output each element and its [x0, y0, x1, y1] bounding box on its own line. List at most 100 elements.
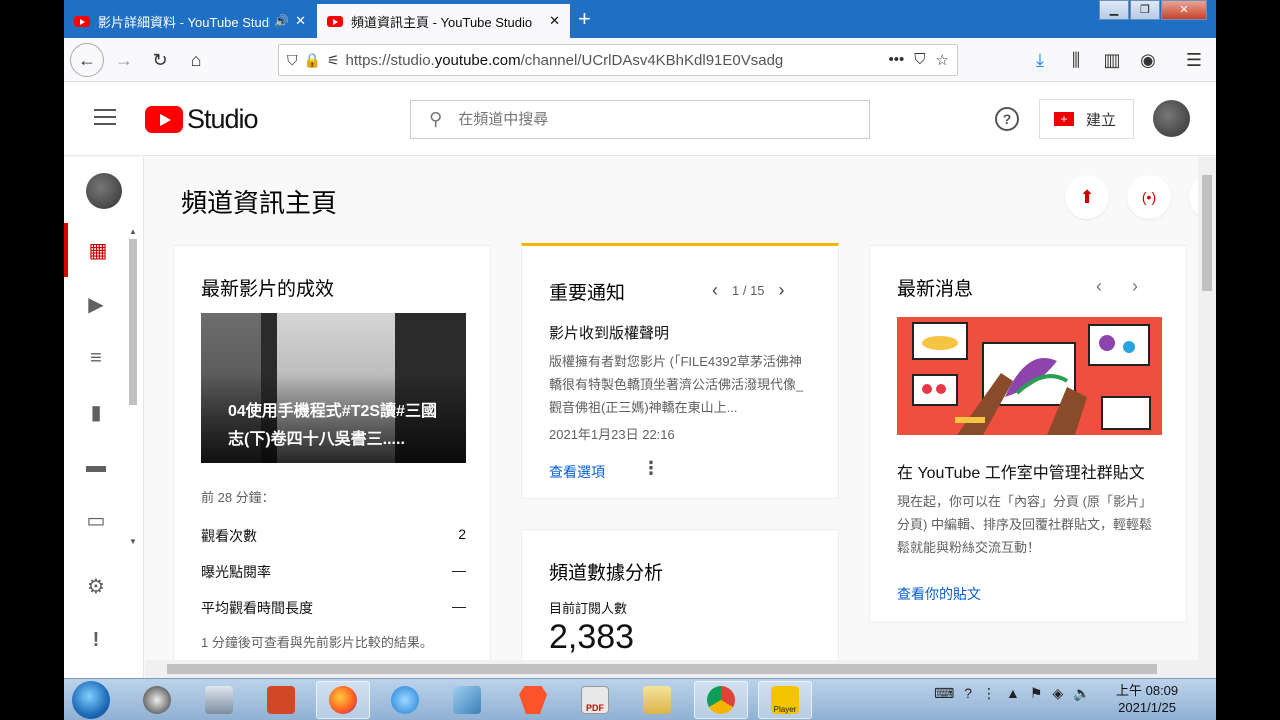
- new-tab-button[interactable]: +: [578, 6, 591, 32]
- show-hidden-icons[interactable]: ▲: [1006, 685, 1020, 702]
- playlists-icon: ≡: [90, 346, 102, 369]
- maximize-button[interactable]: ❐: [1130, 0, 1160, 20]
- taskbar-app-pdf[interactable]: PDF: [568, 681, 622, 719]
- flag-icon[interactable]: ⚑: [1030, 685, 1043, 702]
- upload-icon[interactable]: ⬆: [1065, 175, 1109, 219]
- view-posts-link[interactable]: 查看你的貼文: [897, 584, 981, 604]
- url-text[interactable]: https://studio.youtube.com/channel/UCrlD…: [346, 52, 889, 69]
- page-scrollbar[interactable]: [1198, 157, 1216, 660]
- sidebar-scrollbar[interactable]: ▲ ▼: [126, 225, 140, 547]
- bookmark-star-icon[interactable]: ☆: [936, 51, 949, 69]
- dropbox-icon[interactable]: ◈: [1052, 685, 1063, 702]
- news-pager: ‹ ›: [1096, 276, 1138, 297]
- create-post-icon[interactable]: ✎: [1189, 175, 1198, 219]
- channel-search[interactable]: ⚲: [410, 100, 870, 139]
- page-actions-icon[interactable]: •••: [889, 51, 905, 69]
- chevron-right-icon[interactable]: ›: [1132, 276, 1138, 297]
- sidebar-item-analytics[interactable]: ▮: [64, 385, 128, 439]
- chevron-left-icon[interactable]: ‹: [712, 280, 718, 301]
- chevron-right-icon[interactable]: ›: [779, 280, 785, 301]
- reload-button[interactable]: ↻: [146, 46, 174, 74]
- help-icon[interactable]: ?: [995, 107, 1019, 131]
- start-button[interactable]: [72, 681, 110, 719]
- video-thumbnail[interactable]: 04使用手機程式#T2S讀#三國志(下)卷四十八吳書三.....: [201, 313, 466, 463]
- card-heading: 重要通知: [549, 283, 626, 304]
- metric-row: 平均觀看時間長度 —: [201, 598, 466, 616]
- close-tab-icon[interactable]: ✕: [549, 13, 560, 29]
- system-clock[interactable]: 上午 08:09 2021/1/25: [1116, 682, 1178, 716]
- sidebar-scroll-thumb[interactable]: [129, 239, 137, 405]
- firefox-icon: [329, 686, 357, 714]
- taskbar-app-powerpoint[interactable]: [254, 681, 308, 719]
- chevron-left-icon[interactable]: ‹: [1096, 276, 1102, 297]
- taskbar-app-firefox[interactable]: [316, 681, 370, 719]
- hamburger-menu-icon[interactable]: [94, 109, 116, 130]
- sidebar-item-subtitles[interactable]: ▭: [64, 493, 128, 547]
- scroll-up-icon[interactable]: ▲: [129, 227, 137, 236]
- search-input[interactable]: [458, 111, 869, 128]
- more-vert-icon[interactable]: ⋮: [642, 458, 660, 479]
- account-avatar[interactable]: [1153, 100, 1190, 137]
- tab-video-details[interactable]: 影片詳細資料 - YouTube Studio 🔊 ✕: [64, 4, 316, 38]
- taskbar-app-ie[interactable]: [378, 681, 432, 719]
- speaker-icon[interactable]: 🔊: [274, 14, 289, 28]
- sidebar-item-content[interactable]: ▶: [64, 277, 128, 331]
- menu-icon[interactable]: ☰: [1180, 46, 1208, 74]
- taskbar-app-brave[interactable]: [506, 681, 560, 719]
- close-tab-icon[interactable]: ✕: [295, 13, 306, 29]
- video-title[interactable]: 04使用手機程式#T2S讀#三國志(下)卷四十八吳書三.....: [228, 398, 448, 454]
- taskbar-app-chrome[interactable]: [694, 681, 748, 719]
- account-icon[interactable]: ◉: [1134, 46, 1162, 74]
- scroll-down-icon[interactable]: ▼: [129, 537, 137, 546]
- sidebar-item-feedback[interactable]: !: [64, 613, 128, 667]
- keyboard-icon[interactable]: ⌨: [934, 685, 954, 702]
- back-button[interactable]: ←: [70, 43, 104, 77]
- subscribers-label: 目前訂閱人數: [549, 601, 628, 616]
- downloads-icon[interactable]: ⤓: [1026, 46, 1054, 74]
- close-window-button[interactable]: ✕: [1161, 0, 1207, 20]
- latest-news-card: 最新消息 ‹ › 在 YouTube 工作室中管理社群貼文 現在起，你可以在「內…: [869, 245, 1187, 623]
- app-icon: [205, 686, 233, 714]
- horizontal-scroll-thumb[interactable]: [167, 664, 1157, 674]
- news-body: 現在起，你可以在「內容」分頁 (原「影片」分頁) 中編輯、排序及回覆社群貼文，輕…: [897, 494, 1152, 555]
- page-scroll-thumb[interactable]: [1202, 175, 1212, 291]
- brave-icon: [519, 686, 547, 714]
- sidebar-toggle-icon[interactable]: ▥: [1098, 46, 1126, 74]
- shield-icon[interactable]: ⛉: [287, 52, 298, 69]
- create-button[interactable]: + 建立: [1039, 99, 1134, 139]
- sidebar-item-settings[interactable]: ⚙: [64, 559, 128, 613]
- taskbar-app-inkscape[interactable]: [130, 681, 184, 719]
- go-live-icon[interactable]: (•): [1127, 175, 1171, 219]
- taskbar-app-windows[interactable]: [440, 681, 494, 719]
- studio-logo[interactable]: Studio: [145, 104, 259, 135]
- taskbar-app-player[interactable]: Player: [758, 681, 812, 719]
- library-icon[interactable]: ⫼: [1062, 46, 1090, 74]
- sidebar-item-dashboard[interactable]: ▦: [64, 223, 128, 277]
- minimize-button[interactable]: ▁: [1099, 0, 1129, 20]
- lock-icon[interactable]: 🔒: [304, 52, 321, 69]
- help-tray-icon[interactable]: ?: [964, 685, 972, 702]
- subtitles-icon: ▭: [86, 509, 106, 532]
- view-options-link[interactable]: 查看選項: [549, 462, 605, 482]
- card-heading: 最新影片的成效: [201, 279, 335, 300]
- horizontal-scrollbar[interactable]: [145, 660, 1216, 678]
- volume-icon[interactable]: 🔈: [1073, 685, 1090, 702]
- window-controls: ▁ ❐ ✕: [1098, 0, 1207, 22]
- home-button[interactable]: ⌂: [182, 46, 210, 74]
- forward-button[interactable]: →: [110, 46, 138, 74]
- taskbar-app-explorer[interactable]: [630, 681, 684, 719]
- permissions-icon[interactable]: ⚟: [327, 52, 340, 69]
- important-notices-card: 重要通知 ‹ 1 / 15 › 影片收到版權聲明 版權擁有者對您影片 (「FIL…: [521, 243, 839, 499]
- youtube-favicon-icon: [327, 15, 343, 27]
- taskbar-app-tool[interactable]: [192, 681, 246, 719]
- tab-title: 頻道資訊主頁 - YouTube Studio: [351, 14, 533, 30]
- network-icon[interactable]: ⋮: [982, 685, 996, 702]
- news-title: 在 YouTube 工作室中管理社群貼文: [897, 465, 1145, 482]
- tab-channel-dashboard[interactable]: 頻道資訊主頁 - YouTube Studio ✕: [317, 4, 570, 38]
- sidebar-item-comments[interactable]: ▬: [64, 439, 128, 493]
- pocket-icon[interactable]: ⛉: [914, 51, 925, 69]
- create-video-icon: +: [1054, 112, 1074, 126]
- channel-avatar[interactable]: [86, 173, 122, 209]
- sidebar-item-playlists[interactable]: ≡: [64, 331, 128, 385]
- address-bar[interactable]: ⛉ 🔒 ⚟ https://studio.youtube.com/channel…: [278, 44, 958, 76]
